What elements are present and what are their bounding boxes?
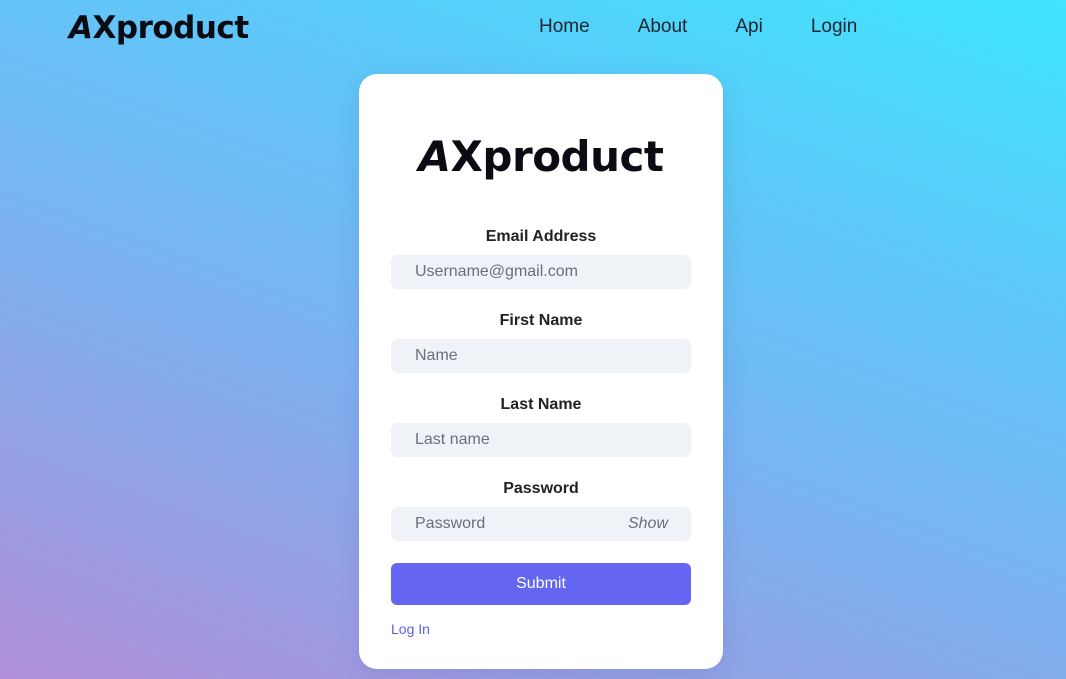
brand-logo-a: A	[69, 10, 93, 46]
card-logo-text: Xproduct	[450, 132, 664, 181]
signup-card: AXproduct Email Address First Name Last …	[359, 74, 723, 669]
card-logo: AXproduct	[359, 132, 723, 181]
first-name-field-group: First Name	[391, 311, 691, 373]
brand-logo[interactable]: AXproduct	[69, 10, 249, 46]
password-field-group: Password Show	[391, 479, 691, 541]
email-input-wrap	[391, 255, 691, 289]
last-name-label: Last Name	[500, 396, 582, 413]
nav-link-login[interactable]: Login	[811, 16, 858, 38]
password-label: Password	[503, 480, 579, 497]
brand-logo-text: Xproduct	[92, 10, 250, 46]
top-navbar: AXproduct Home About Api Login	[0, 0, 1066, 60]
show-password-toggle[interactable]: Show	[628, 515, 668, 533]
nav-link-about[interactable]: About	[638, 16, 688, 38]
submit-button[interactable]: Submit	[391, 563, 691, 605]
email-label: Email Address	[485, 228, 597, 245]
first-name-input-wrap	[391, 339, 691, 373]
email-field-group: Email Address	[391, 227, 691, 289]
log-in-link[interactable]: Log In	[391, 621, 430, 637]
nav-link-home[interactable]: Home	[539, 16, 590, 38]
nav-link-api[interactable]: Api	[735, 16, 762, 38]
nav-links: Home About Api Login	[539, 16, 857, 38]
last-name-field-group: Last Name	[391, 395, 691, 457]
first-name-input[interactable]	[391, 339, 691, 373]
first-name-label: First Name	[499, 312, 583, 329]
last-name-input-wrap	[391, 423, 691, 457]
last-name-input[interactable]	[391, 423, 691, 457]
email-input[interactable]	[391, 255, 691, 289]
card-logo-a: A	[418, 132, 452, 181]
password-input-wrap: Show	[391, 507, 691, 541]
